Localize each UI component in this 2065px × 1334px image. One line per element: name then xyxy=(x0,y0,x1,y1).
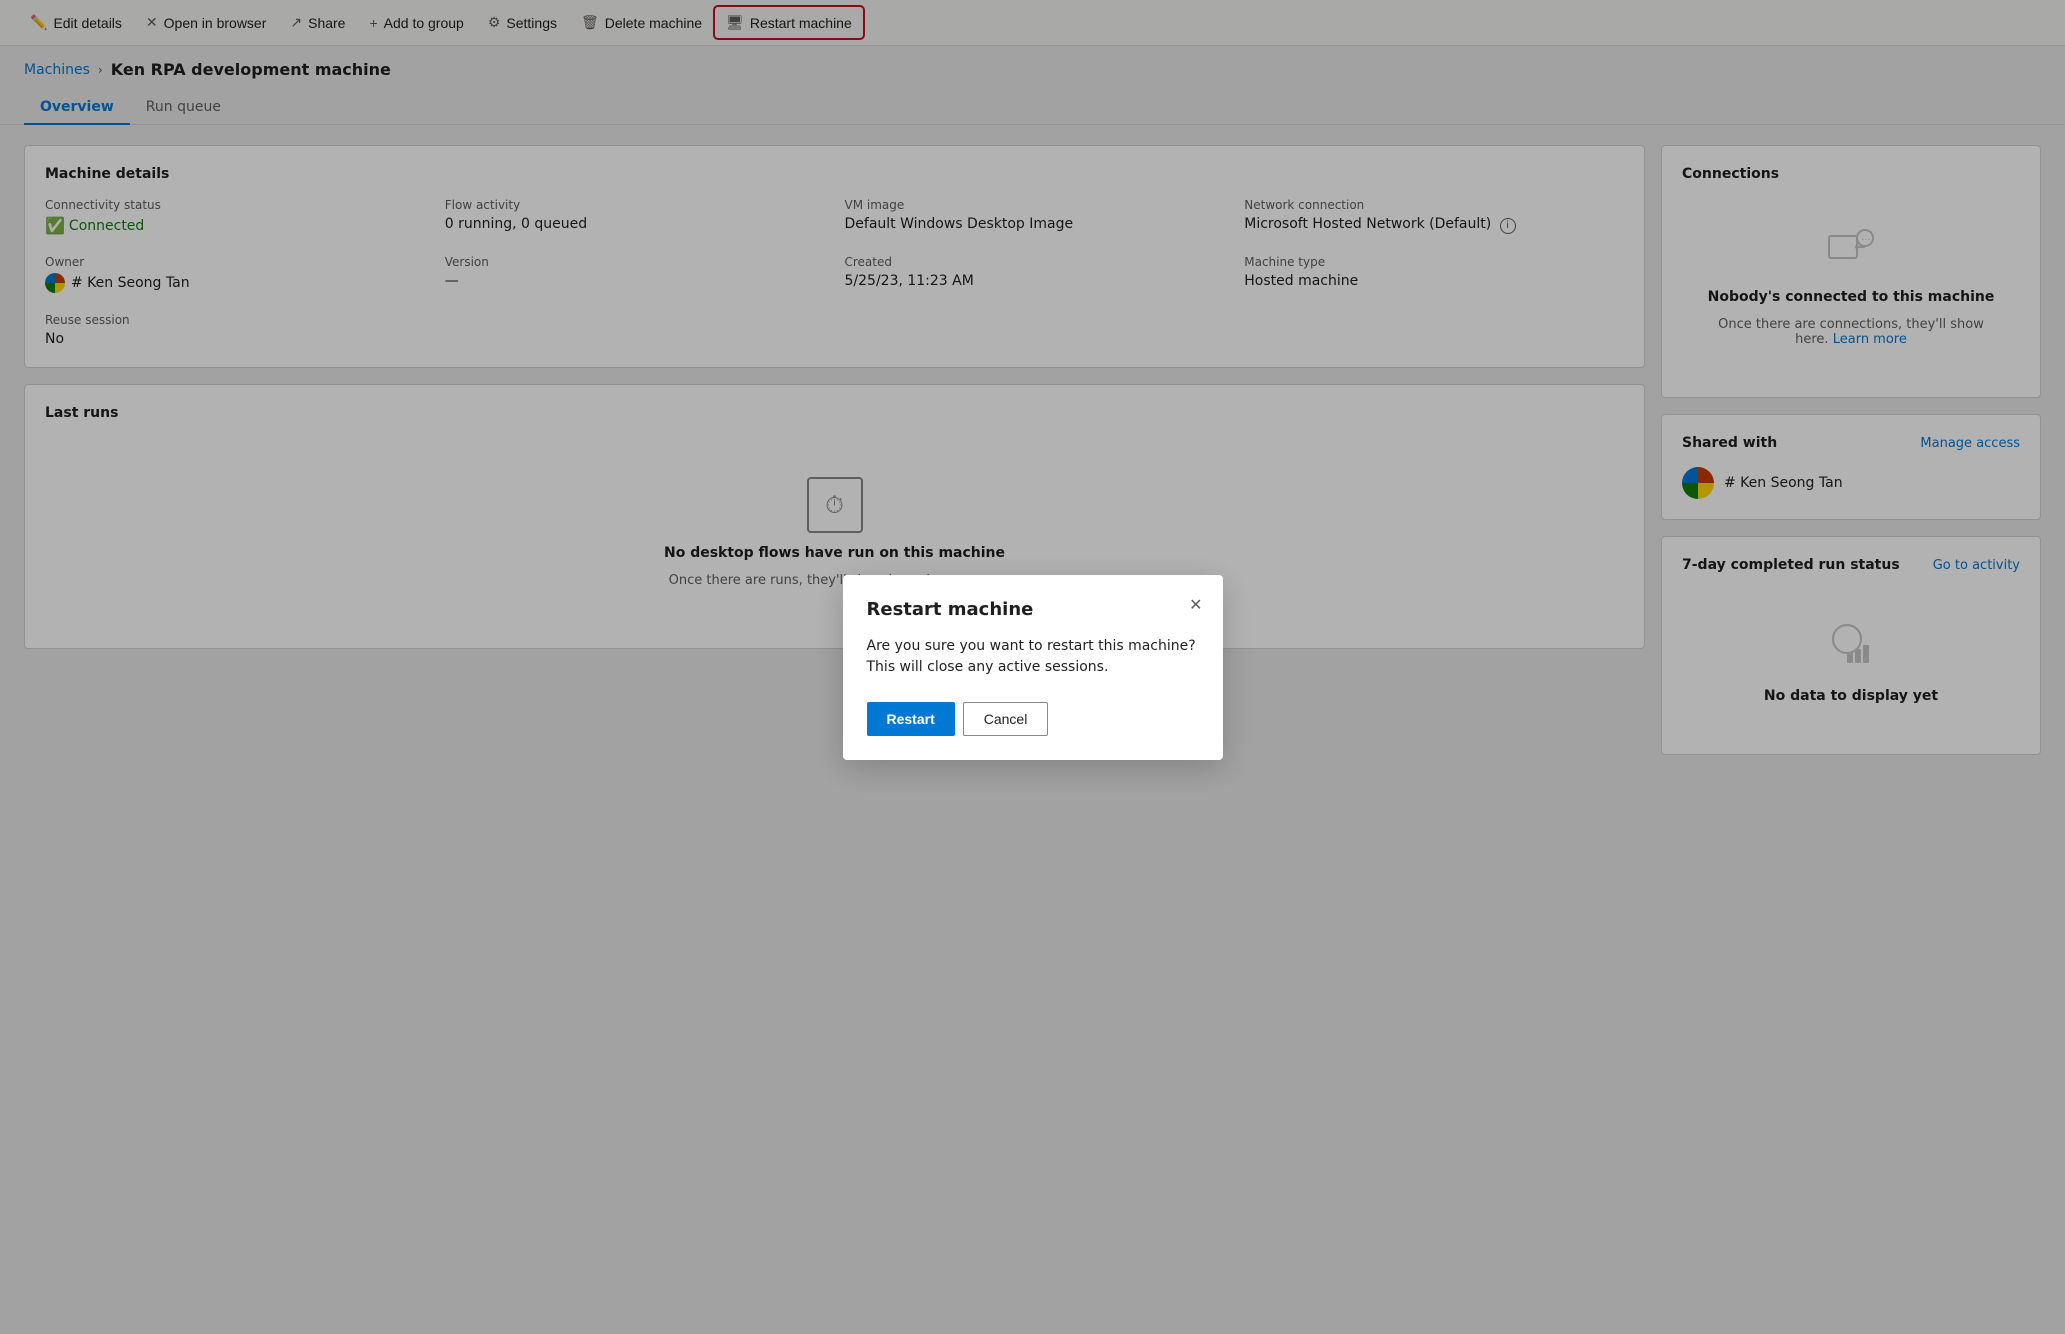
modal-actions: Restart Cancel xyxy=(867,702,1199,736)
modal-body: Are you sure you want to restart this ma… xyxy=(867,636,1199,678)
modal-cancel-button[interactable]: Cancel xyxy=(963,702,1049,736)
modal-close-button[interactable]: ✕ xyxy=(1185,591,1206,619)
modal-restart-button[interactable]: Restart xyxy=(867,702,955,736)
modal-title: Restart machine xyxy=(867,599,1199,620)
restart-machine-modal: Restart machine ✕ Are you sure you want … xyxy=(843,575,1223,760)
modal-overlay: Restart machine ✕ Are you sure you want … xyxy=(0,0,2065,1334)
